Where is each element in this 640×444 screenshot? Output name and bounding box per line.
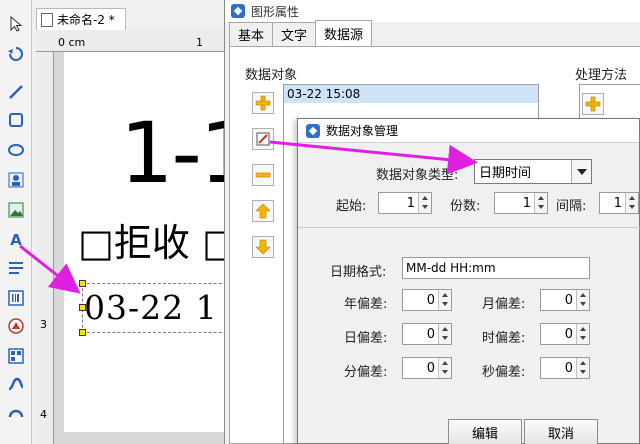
hour-offset-stepper[interactable]: 0 xyxy=(540,323,590,345)
dialog-title: 数据对象管理 xyxy=(326,124,399,138)
chevron-down-icon[interactable] xyxy=(571,160,591,183)
label-checkbox-text[interactable]: □拒收 □ xyxy=(78,212,238,267)
edit-data-button[interactable] xyxy=(252,128,274,150)
year-offset-stepper[interactable]: 0 xyxy=(402,289,452,311)
day-offset-stepper[interactable]: 0 xyxy=(402,323,452,345)
ruler-tick: 3 xyxy=(40,318,47,331)
year-offset-label: 年偏差: xyxy=(344,297,388,312)
multiline-text-icon[interactable] xyxy=(6,258,26,278)
props-title: 图形属性 xyxy=(251,4,300,19)
ellipse-icon[interactable] xyxy=(6,140,26,160)
count-label: 份数: xyxy=(450,199,481,214)
data-object-label: 数据对象 xyxy=(245,68,298,83)
hour-offset-value: 0 xyxy=(564,326,573,342)
ruler-unit: 0 cm xyxy=(58,36,86,49)
second-offset-value: 0 xyxy=(564,360,573,376)
count-stepper[interactable]: 1 xyxy=(494,192,548,214)
minute-offset-stepper[interactable]: 0 xyxy=(402,357,452,379)
minus-icon xyxy=(255,172,271,178)
move-up-button[interactable] xyxy=(252,200,274,222)
interval-label: 间隔: xyxy=(556,199,587,214)
resize-handle[interactable] xyxy=(79,304,86,311)
left-toolbar: A xyxy=(0,0,32,444)
second-offset-label: 秒偏差: xyxy=(482,365,526,380)
interval-value: 1 xyxy=(613,195,622,211)
add-button[interactable] xyxy=(252,92,274,114)
arrow-down-icon xyxy=(255,239,271,255)
day-offset-label: 日偏差: xyxy=(344,331,388,346)
props-titlebar: 图形属性 xyxy=(225,0,640,22)
app-icon xyxy=(306,123,320,138)
resize-handle[interactable] xyxy=(79,280,86,287)
plus-icon xyxy=(585,96,601,112)
year-offset-value: 0 xyxy=(426,292,435,308)
arrow-up-icon xyxy=(255,203,271,219)
document-tab-title: 未命名-2 * xyxy=(57,13,115,27)
start-label: 起始: xyxy=(336,199,367,214)
arc-icon[interactable] xyxy=(6,402,26,422)
month-offset-value: 0 xyxy=(564,292,573,308)
label-date-text[interactable]: 03-22 1 xyxy=(84,288,218,327)
month-offset-stepper[interactable]: 0 xyxy=(540,289,590,311)
picture-icon[interactable] xyxy=(6,200,26,220)
month-offset-label: 月偏差: xyxy=(482,297,526,312)
divider xyxy=(298,227,640,228)
ruler-top: 0 cm 1 xyxy=(36,30,236,52)
edit-button[interactable]: 编辑 xyxy=(448,419,522,444)
day-offset-value: 0 xyxy=(426,326,435,342)
app-icon xyxy=(231,4,245,18)
ruler-tick: 1 xyxy=(196,36,203,49)
type-select[interactable]: 日期时间 xyxy=(474,159,592,184)
ruler-tick: 4 xyxy=(40,408,47,421)
plus-icon xyxy=(255,95,271,111)
document-icon xyxy=(41,12,53,27)
edit-icon xyxy=(256,132,270,146)
props-tabs: 基本 文字 数据源 xyxy=(229,20,373,46)
tab-text[interactable]: 文字 xyxy=(272,22,317,46)
image-icon[interactable] xyxy=(6,170,26,190)
process-method-label: 处理方法 xyxy=(575,68,628,83)
qrcode-icon[interactable] xyxy=(6,346,26,366)
barcode-icon[interactable] xyxy=(6,288,26,308)
interval-stepper[interactable]: 1 xyxy=(599,192,639,214)
rotate-icon[interactable] xyxy=(6,44,26,64)
move-down-button[interactable] xyxy=(252,236,274,258)
type-value: 日期时间 xyxy=(479,166,532,181)
tab-basic[interactable]: 基本 xyxy=(229,22,274,46)
dialog-titlebar: 数据对象管理 xyxy=(298,119,639,143)
tab-datasource[interactable]: 数据源 xyxy=(315,20,373,46)
cancel-button[interactable]: 取消 xyxy=(524,419,598,444)
rectangle-icon[interactable] xyxy=(6,110,26,130)
remove-button[interactable] xyxy=(252,164,274,186)
start-value: 1 xyxy=(406,195,415,211)
resize-handle[interactable] xyxy=(79,329,86,336)
format-input[interactable]: MM-dd HH:mm xyxy=(402,257,590,279)
type-label: 数据对象类型: xyxy=(376,168,459,183)
second-offset-stepper[interactable]: 0 xyxy=(540,357,590,379)
start-stepper[interactable]: 1 xyxy=(378,192,432,214)
format-value: MM-dd HH:mm xyxy=(406,261,496,275)
add-process-button[interactable] xyxy=(582,93,604,115)
data-object-dialog: 数据对象管理 数据对象类型: 日期时间 起始: 1 份数: 1 间隔: 1 日期… xyxy=(297,118,640,444)
shape-icon[interactable] xyxy=(6,316,26,336)
line-icon[interactable] xyxy=(6,82,26,102)
hour-offset-label: 时偏差: xyxy=(482,331,526,346)
count-value: 1 xyxy=(522,195,531,211)
cursor-icon[interactable] xyxy=(6,14,26,34)
document-tab[interactable]: 未命名-2 * xyxy=(36,8,126,30)
minute-offset-value: 0 xyxy=(426,360,435,376)
text-icon[interactable]: A xyxy=(6,230,26,250)
curve-icon[interactable] xyxy=(6,374,26,394)
ruler-left: 3 4 xyxy=(36,52,54,444)
list-item[interactable]: 03-22 15:08 xyxy=(284,85,538,103)
minute-offset-label: 分偏差: xyxy=(344,365,388,380)
format-label: 日期格式: xyxy=(330,265,387,280)
